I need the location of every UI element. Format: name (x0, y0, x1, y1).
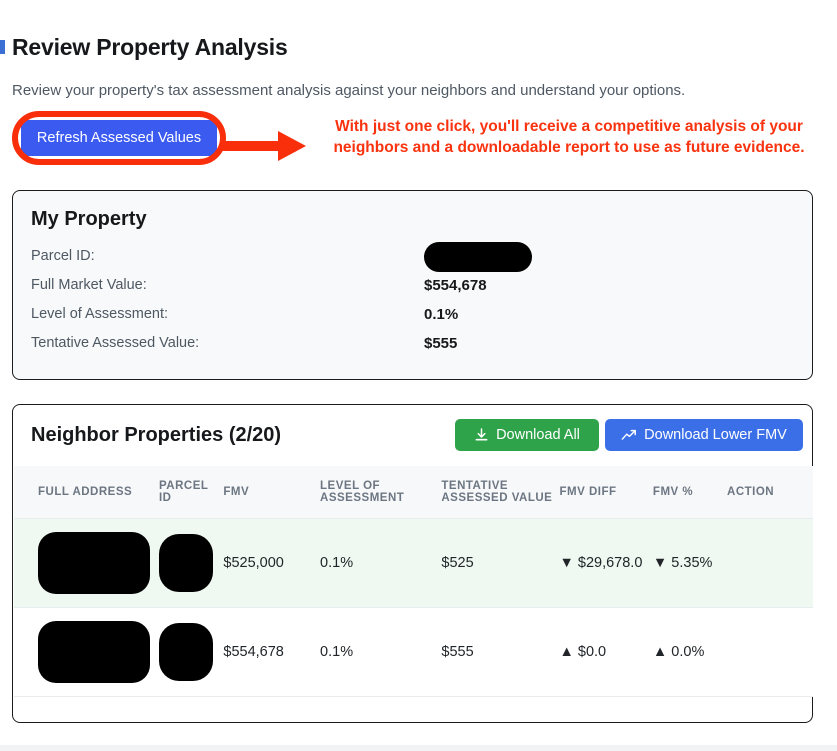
cell-fmv-percent: ▼ 5.35% (652, 518, 728, 608)
table-row[interactable]: $554,678 0.1% $555 ▲ $0.0 ▲ 0.0% (14, 607, 813, 697)
review-property-analysis-page: Review Property Analysis Review your pro… (0, 0, 837, 751)
cell-fmv-diff: ▼ $29,678.0 (559, 518, 653, 608)
cell-fmv-percent: ▲ 0.0% (652, 607, 728, 697)
cell-fmv-diff: ▲ $0.0 (559, 607, 653, 697)
column-header-fmv-diff: FMV DIFF (559, 466, 653, 519)
detail-value: 0.1% (424, 306, 459, 323)
my-property-title: My Property (31, 208, 147, 230)
trending-up-icon (621, 429, 637, 440)
column-header-level-of-assessment: LEVEL OF ASSESSMENT (320, 466, 442, 519)
detail-label: Tentative Assessed Value: (31, 335, 200, 351)
detail-label: Level of Assessment: (31, 306, 169, 322)
cell-fmv: $554,678 (223, 607, 321, 697)
page-subtitle: Review your property's tax assessment an… (12, 82, 686, 99)
table-header-row: FULL ADDRESS PARCEL ID FMV LEVEL OF ASSE… (14, 466, 813, 519)
cell-full-address (14, 518, 159, 608)
cell-full-address (14, 607, 159, 697)
refresh-assessed-values-button[interactable]: Refresh Assessed Values (21, 120, 217, 156)
detail-row-tentative-assessed-value: Tentative Assessed Value: $555 (31, 335, 511, 364)
column-header-full-address: FULL ADDRESS (14, 466, 159, 519)
right-arrow-icon (222, 131, 306, 161)
cell-action[interactable] (727, 518, 813, 608)
redaction-block (38, 532, 150, 594)
column-header-fmv-percent: FMV % (652, 466, 728, 519)
cell-tentative-assessed-value: $525 (441, 518, 560, 608)
neighbor-properties-title: Neighbor Properties (2/20) (31, 424, 282, 446)
neighbor-properties-card: Neighbor Properties (2/20) FULL ADDRESS … (12, 404, 813, 723)
annotation-text: With just one click, you'll receive a co… (333, 118, 805, 156)
my-property-details: Parcel ID: Full Market Value: $554,678 L… (31, 242, 532, 364)
download-all-button[interactable]: Download All (455, 419, 599, 451)
page-title: Review Property Analysis (12, 34, 288, 60)
column-header-action: ACTION (727, 466, 813, 519)
download-lower-fmv-label: Download Lower FMV (644, 427, 787, 443)
download-all-label: Download All (496, 427, 580, 443)
download-lower-fmv-button[interactable]: Download Lower FMV (605, 419, 803, 451)
redaction-block (158, 534, 213, 592)
cell-level-of-assessment: 0.1% (320, 607, 442, 697)
detail-row-full-market-value: Full Market Value: $554,678 (31, 277, 511, 306)
detail-label: Parcel ID: (31, 248, 95, 264)
column-header-fmv: FMV (223, 466, 321, 519)
column-header-tentative-assessed-value: TENTATIVE ASSESSED VALUE (441, 466, 560, 519)
detail-label: Full Market Value: (31, 277, 147, 293)
column-header-parcel-id: PARCEL ID (158, 466, 224, 519)
detail-value: $555 (424, 335, 458, 352)
redaction-block (424, 242, 532, 272)
cell-action[interactable] (727, 607, 813, 697)
cell-fmv: $525,000 (223, 518, 321, 608)
redaction-block (38, 621, 150, 683)
table-row[interactable]: $525,000 0.1% $525 ▼ $29,678.0 ▼ 5.35% (14, 518, 813, 608)
cell-parcel-id (158, 607, 224, 697)
detail-row-parcel-id: Parcel ID: (31, 242, 532, 277)
bottom-strip (0, 745, 837, 751)
my-property-card: My Property Parcel ID: Full Market Value… (12, 190, 813, 380)
detail-row-level-of-assessment: Level of Assessment: 0.1% (31, 306, 511, 335)
detail-value: $554,678 (424, 277, 487, 294)
redaction-block (158, 623, 213, 681)
page-accent-marker (0, 40, 5, 54)
cell-parcel-id (158, 518, 224, 608)
cell-tentative-assessed-value: $555 (441, 607, 560, 697)
cell-level-of-assessment: 0.1% (320, 518, 442, 608)
neighbor-properties-table: FULL ADDRESS PARCEL ID FMV LEVEL OF ASSE… (14, 466, 813, 697)
download-icon (475, 427, 488, 441)
